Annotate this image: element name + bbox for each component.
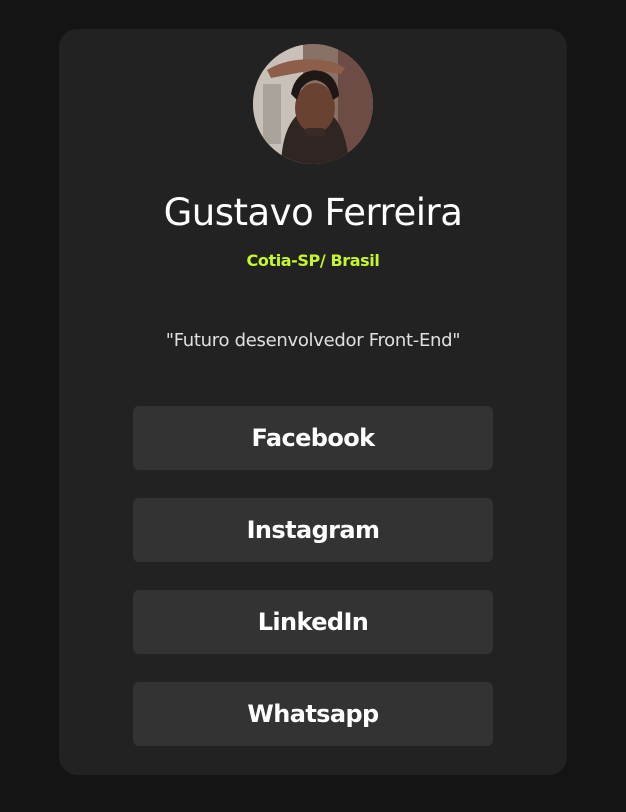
social-links: Facebook Instagram LinkedIn Whatsapp [133,406,493,746]
avatar [253,44,373,164]
linkedin-button[interactable]: LinkedIn [133,590,493,654]
profile-location: Cotia-SP/ Brasil [246,251,380,270]
instagram-button[interactable]: Instagram [133,498,493,562]
profile-name: Gustavo Ferreira [163,191,463,234]
whatsapp-button[interactable]: Whatsapp [133,682,493,746]
profile-card: Gustavo Ferreira Cotia-SP/ Brasil "Futur… [59,29,567,775]
facebook-button[interactable]: Facebook [133,406,493,470]
avatar-photo [253,44,373,164]
profile-bio: "Futuro desenvolvedor Front-End" [165,330,461,351]
